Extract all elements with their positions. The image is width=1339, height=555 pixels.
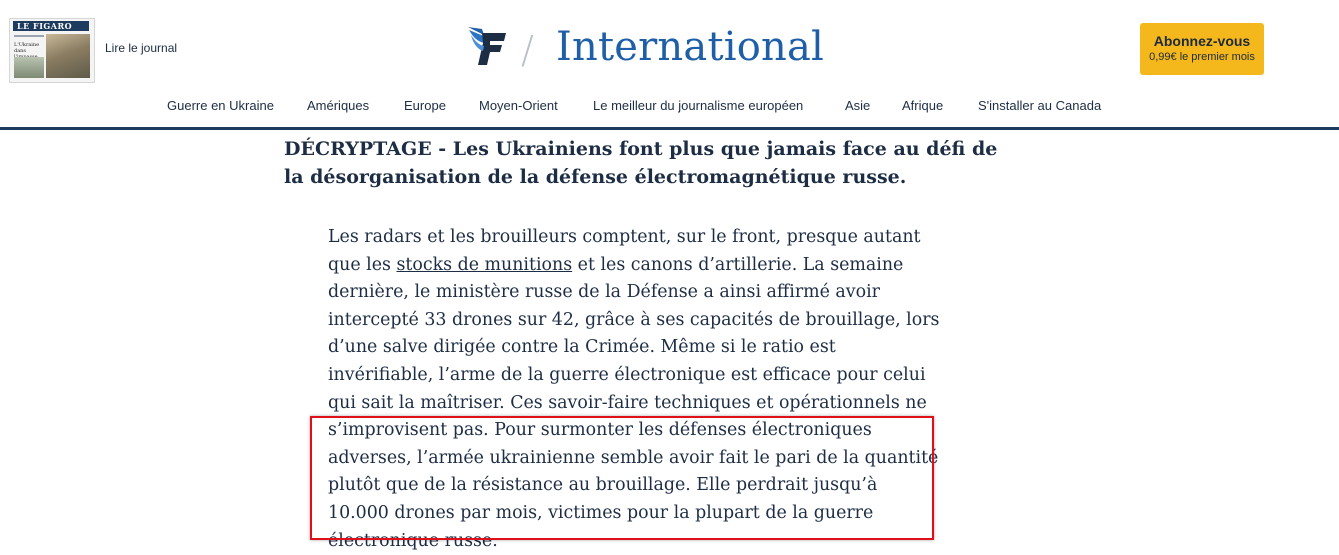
nav-item-guerre-en-ukraine[interactable]: Guerre en Ukraine [167,98,274,113]
title-separator: / [521,28,534,72]
subscribe-label: Abonnez-vous [1153,33,1251,49]
site-header: LE FIGARO L'Ukraine dans l'impasse mais … [0,0,1339,130]
section-nav: Guerre en Ukraine Amériques Europe Moyen… [0,98,1339,120]
article-title[interactable]: DÉCRYPTAGE - Les Ukrainiens font plus qu… [284,135,1004,191]
journal-text-lines [14,35,44,40]
journal-cover-thumbnail[interactable]: LE FIGARO L'Ukraine dans l'impasse mais … [9,18,95,83]
nav-item-afrique[interactable]: Afrique [902,98,943,113]
article-body: Les radars et les brouilleurs comptent, … [328,224,940,555]
journal-cover-photo-secondary [14,57,44,78]
stocks-de-munitions-link[interactable]: stocks de munitions [396,255,572,275]
subscribe-button[interactable]: Abonnez-vous 0,99€ le premier mois [1140,23,1264,75]
header-divider [0,127,1339,130]
article-text-rest: et les canons d’artillerie. La semaine d… [328,254,940,551]
journal-cover-photo [46,34,90,78]
nav-item-journalisme-europeen[interactable]: Le meilleur du journalisme européen [593,98,803,113]
nav-item-ameriques[interactable]: Amériques [307,98,369,113]
nav-item-europe[interactable]: Europe [404,98,446,113]
nav-item-moyen-orient[interactable]: Moyen-Orient [479,98,558,113]
nav-item-sinstaller-au-canada[interactable]: S'installer au Canada [978,98,1101,113]
journal-masthead: LE FIGARO [13,21,89,31]
nav-item-asie[interactable]: Asie [845,98,870,113]
subscribe-price: 0,99€ le premier mois [1149,51,1255,63]
figaro-bird-logo-icon[interactable] [466,25,512,69]
section-title: International [556,24,824,70]
read-journal-link[interactable]: Lire le journal [105,41,177,55]
